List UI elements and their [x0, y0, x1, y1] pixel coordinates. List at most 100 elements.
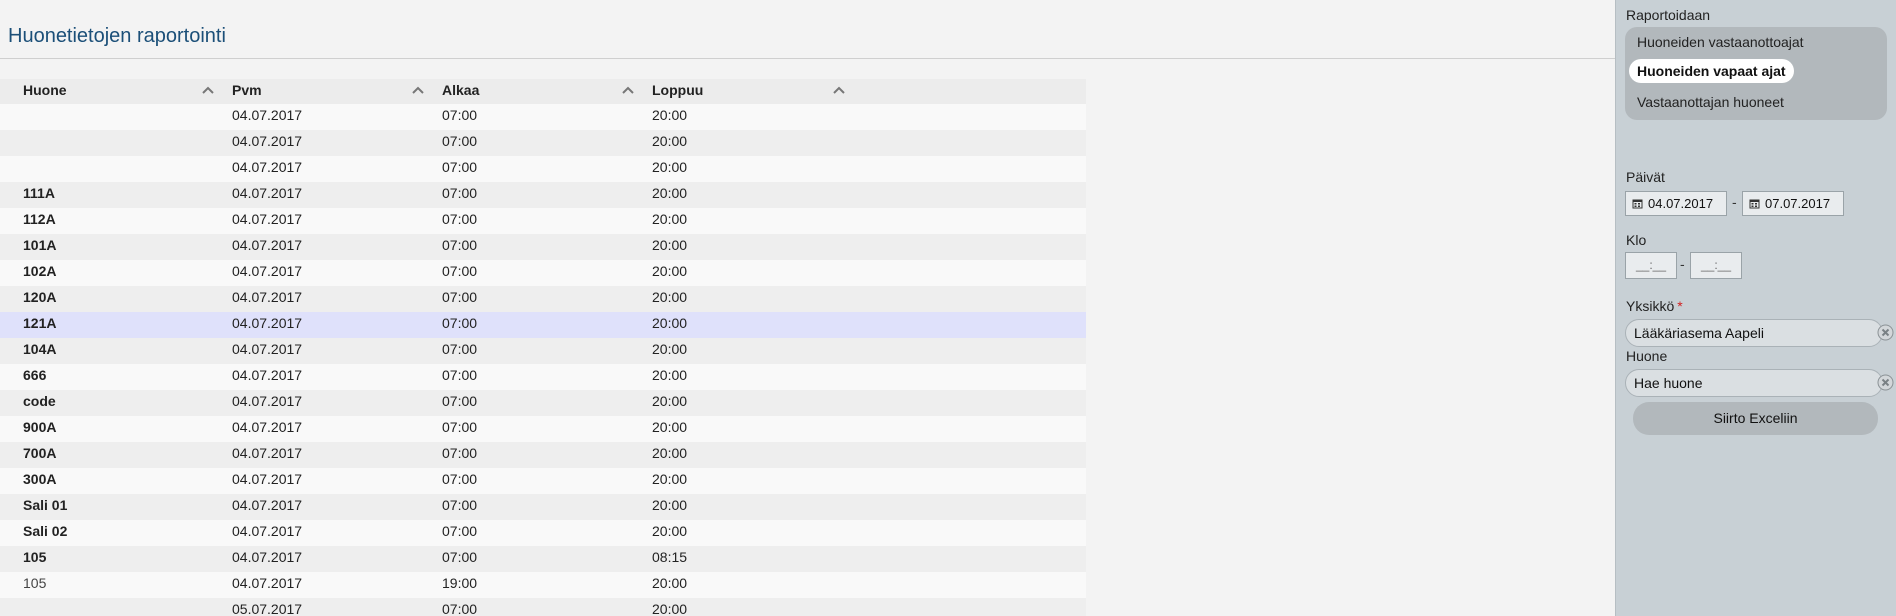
room-clear-icon[interactable]	[1877, 374, 1894, 391]
table-row[interactable]: 104A 04.07.2017 07:00 20:00	[0, 338, 1086, 364]
end-time-cell: 20:00	[652, 289, 688, 305]
room-cell: 900A	[23, 419, 57, 435]
date-cell: 04.07.2017	[232, 315, 303, 331]
end-time-cell: 20:00	[652, 445, 688, 461]
days-label: Päivät	[1626, 169, 1665, 185]
date-cell: 04.07.2017	[232, 497, 303, 513]
time-label: Klo	[1626, 232, 1647, 248]
room-cell: 700A	[23, 445, 57, 461]
table-row[interactable]: 04.07.2017 07:00 20:00	[0, 156, 1086, 182]
column-header-end[interactable]: Loppuu	[652, 79, 703, 104]
date-cell: 04.07.2017	[232, 185, 303, 201]
date-cell: 04.07.2017	[232, 393, 303, 409]
end-time-cell: 08:15	[652, 549, 688, 565]
sort-room-chevron-up-icon[interactable]	[202, 84, 214, 96]
end-time-cell: 20:00	[652, 263, 688, 279]
end-time-cell: 20:00	[652, 159, 688, 175]
start-time-cell: 07:00	[442, 445, 478, 461]
filter-panel: Raportoidaan Huoneiden vastaanottoajat H…	[1615, 0, 1896, 616]
end-time-cell: 20:00	[652, 367, 688, 383]
time-from-input[interactable]: __:__	[1625, 252, 1677, 279]
table-row[interactable]: 900A 04.07.2017 07:00 20:00	[0, 416, 1086, 442]
table-row[interactable]: Sali 01 04.07.2017 07:00 20:00	[0, 494, 1086, 520]
table-row[interactable]: 101A 04.07.2017 07:00 20:00	[0, 234, 1086, 260]
table-row[interactable]: 300A 04.07.2017 07:00 20:00	[0, 468, 1086, 494]
page-title: Huonetietojen raportointi	[8, 25, 226, 47]
grid-header: Huone Pvm Alkaa Loppuu	[0, 79, 1086, 104]
table-row[interactable]: 120A 04.07.2017 07:00 20:00	[0, 286, 1086, 312]
table-row[interactable]: 102A 04.07.2017 07:00 20:00	[0, 260, 1086, 286]
date-cell: 04.07.2017	[232, 211, 303, 227]
column-header-room[interactable]: Huone	[23, 79, 67, 104]
start-time-cell: 07:00	[442, 393, 478, 409]
start-time-cell: 07:00	[442, 315, 478, 331]
mode-receiver-rooms[interactable]: Vastaanottajan huoneet	[1637, 94, 1784, 110]
table-row[interactable]: 700A 04.07.2017 07:00 20:00	[0, 442, 1086, 468]
date-to-value: 07.07.2017	[1765, 196, 1831, 211]
start-time-cell: 07:00	[442, 133, 478, 149]
report-type-label: Raportoidaan	[1626, 7, 1711, 23]
calendar-icon	[1749, 199, 1760, 209]
room-cell: 120A	[23, 289, 57, 305]
unit-clear-icon[interactable]	[1877, 324, 1894, 341]
room-cell: 121A	[23, 315, 57, 331]
room-cell: Sali 02	[23, 523, 68, 539]
start-time-cell: 07:00	[442, 211, 478, 227]
sort-date-chevron-up-icon[interactable]	[412, 84, 424, 96]
time-to-input[interactable]: __:__	[1690, 252, 1742, 279]
room-cell: 666	[23, 367, 47, 383]
column-header-start[interactable]: Alkaa	[442, 79, 479, 104]
table-row[interactable]: code 04.07.2017 07:00 20:00	[0, 390, 1086, 416]
table-row[interactable]: 105 04.07.2017 19:00 20:00	[0, 572, 1086, 598]
mode-room-reception-times[interactable]: Huoneiden vastaanottoajat	[1637, 34, 1804, 50]
end-time-cell: 20:00	[652, 471, 688, 487]
room-search-combobox[interactable]: Hae huone	[1625, 369, 1883, 397]
unit-label-text: Yksikkö	[1626, 298, 1675, 314]
column-header-date[interactable]: Pvm	[232, 79, 262, 104]
mode-room-free-times[interactable]: Huoneiden vapaat ajat	[1629, 59, 1794, 83]
title-divider	[0, 58, 1615, 59]
table-row[interactable]: Sali 02 04.07.2017 07:00 20:00	[0, 520, 1086, 546]
sort-end-chevron-up-icon[interactable]	[833, 84, 845, 96]
room-cell: 105	[23, 549, 47, 565]
start-time-cell: 07:00	[442, 497, 478, 513]
date-to-input[interactable]: 07.07.2017	[1742, 191, 1844, 216]
date-cell: 04.07.2017	[232, 575, 303, 591]
end-time-cell: 20:00	[652, 523, 688, 539]
date-cell: 04.07.2017	[232, 419, 303, 435]
date-cell: 05.07.2017	[232, 601, 303, 616]
date-from-value: 04.07.2017	[1648, 196, 1714, 211]
room-cell: 101A	[23, 237, 57, 253]
date-from-input[interactable]: 04.07.2017	[1625, 191, 1727, 216]
table-row[interactable]: 666 04.07.2017 07:00 20:00	[0, 364, 1086, 390]
table-row[interactable]: 112A 04.07.2017 07:00 20:00	[0, 208, 1086, 234]
table-row[interactable]: 04.07.2017 07:00 20:00	[0, 104, 1086, 130]
end-time-cell: 20:00	[652, 107, 688, 123]
end-time-cell: 20:00	[652, 497, 688, 513]
start-time-cell: 07:00	[442, 471, 478, 487]
time-range-separator: -	[1680, 256, 1685, 272]
export-to-excel-button[interactable]: Siirto Exceliin	[1633, 402, 1878, 435]
date-cell: 04.07.2017	[232, 237, 303, 253]
room-cell: 105	[23, 575, 47, 591]
end-time-cell: 20:00	[652, 393, 688, 409]
page: Huonetietojen raportointi Huone Pvm Alka…	[0, 0, 1896, 616]
table-row[interactable]: 04.07.2017 07:00 20:00	[0, 130, 1086, 156]
start-time-cell: 07:00	[442, 185, 478, 201]
unit-combobox[interactable]: Lääkäriasema Aapeli	[1625, 319, 1883, 347]
table-row[interactable]: 121A 04.07.2017 07:00 20:00	[0, 312, 1086, 338]
date-cell: 04.07.2017	[232, 445, 303, 461]
main-content: Huonetietojen raportointi Huone Pvm Alka…	[0, 0, 1615, 616]
start-time-cell: 07:00	[442, 289, 478, 305]
unit-label: Yksikkö *	[1626, 298, 1683, 314]
table-row[interactable]: 111A 04.07.2017 07:00 20:00	[0, 182, 1086, 208]
sort-start-chevron-up-icon[interactable]	[622, 84, 634, 96]
table-row[interactable]: 105 04.07.2017 07:00 08:15	[0, 546, 1086, 572]
start-time-cell: 07:00	[442, 107, 478, 123]
start-time-cell: 07:00	[442, 523, 478, 539]
room-cell: Sali 01	[23, 497, 68, 513]
start-time-cell: 19:00	[442, 575, 478, 591]
table-row[interactable]: 05.07.2017 07:00 20:00	[0, 598, 1086, 616]
date-cell: 04.07.2017	[232, 263, 303, 279]
start-time-cell: 07:00	[442, 419, 478, 435]
